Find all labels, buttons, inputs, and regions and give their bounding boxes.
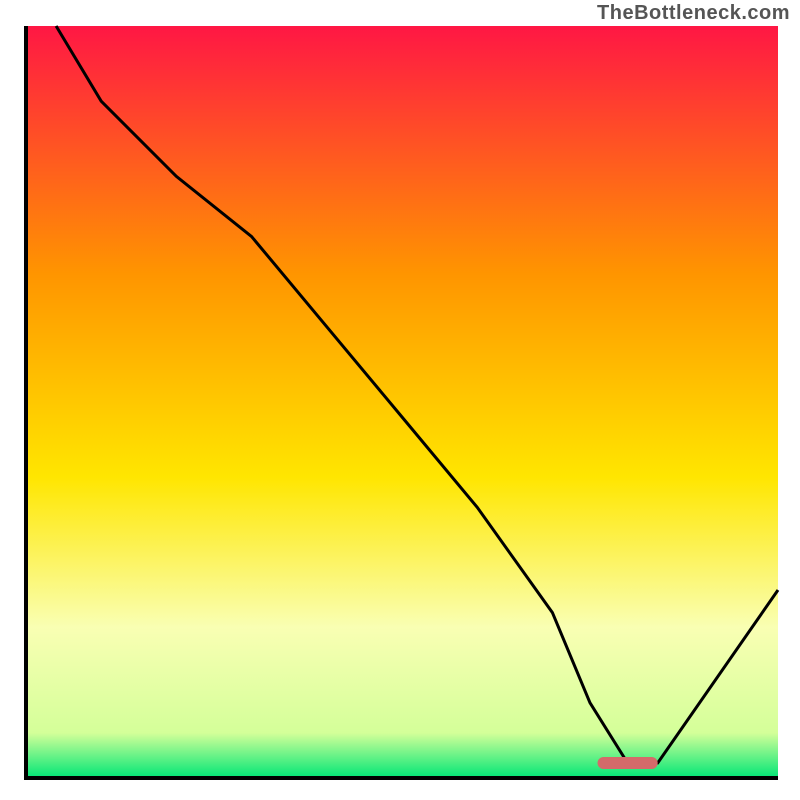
optimal-marker [598,757,658,769]
chart-container: TheBottleneck.com [0,0,800,800]
attribution-text: TheBottleneck.com [597,2,790,25]
bottleneck-chart [0,0,800,800]
